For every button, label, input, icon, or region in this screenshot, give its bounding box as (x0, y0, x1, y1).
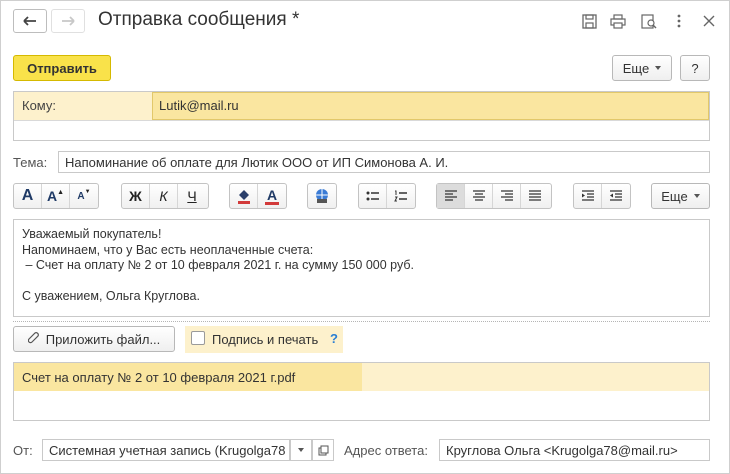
arrow-left-icon (23, 16, 36, 26)
align-justify-button[interactable] (521, 184, 549, 208)
printer-icon[interactable] (609, 12, 627, 30)
align-center-icon (472, 190, 485, 201)
back-button[interactable] (13, 9, 47, 33)
numbered-list-button[interactable] (387, 184, 415, 208)
recipients-box (13, 91, 710, 141)
indent-group (573, 183, 631, 209)
send-message-window: Отправка сообщения * Отправить Еще ? Ком… (0, 0, 730, 474)
numbered-list-icon (394, 190, 407, 202)
sign-stamp-label[interactable]: Подпись и печать (212, 332, 318, 347)
from-open-button[interactable] (312, 439, 334, 461)
vertical-dots-icon[interactable] (670, 12, 688, 30)
font-size-button[interactable]: A (14, 184, 42, 208)
align-center-button[interactable] (465, 184, 493, 208)
bullet-list-button[interactable] (359, 184, 387, 208)
splitter[interactable] (13, 321, 710, 322)
message-line: Напоминаем, что у Вас есть неоплаченные … (22, 242, 314, 257)
italic-button[interactable]: К (150, 184, 178, 208)
fill-color-button[interactable] (230, 184, 258, 208)
send-button[interactable]: Отправить (13, 55, 111, 81)
paint-bucket-icon (237, 190, 250, 204)
align-left-icon (444, 190, 457, 201)
alignment-group (436, 183, 552, 209)
paperclip-icon (27, 332, 39, 344)
to-value[interactable]: Lutik@mail.ru (159, 98, 239, 113)
recipient-divider (14, 120, 709, 121)
attachment-file-name[interactable]: Счет на оплату № 2 от 10 февраля 2021 г.… (22, 370, 295, 385)
more-label: Еще (622, 60, 650, 76)
from-label: От: (13, 443, 33, 458)
globe-picture-icon (316, 189, 328, 203)
insert-group (307, 183, 337, 209)
subject-input[interactable]: Напоминание об оплате для Лютик ООО от И… (58, 151, 710, 173)
close-icon[interactable] (700, 12, 718, 30)
message-line: С уважением, Ольга Круглова. (22, 289, 200, 303)
font-grow-button[interactable]: A ▲ (42, 184, 70, 208)
align-justify-icon (529, 190, 541, 201)
open-window-icon (318, 445, 328, 455)
message-line: Уважаемый покупатель! (22, 227, 162, 241)
indent-icon (581, 190, 594, 201)
font-color-swatch (265, 201, 279, 205)
font-shrink-button[interactable]: A ▼ (70, 184, 98, 208)
chevron-down-icon (693, 194, 700, 198)
attach-file-label: Приложить файл... (45, 331, 161, 347)
indent-button[interactable] (574, 184, 602, 208)
list-group (358, 183, 416, 209)
format-more-label: Еще (661, 188, 688, 204)
font-size-group: A A ▲ A ▼ (13, 183, 99, 209)
preview-search-icon[interactable] (640, 12, 658, 30)
insert-image-button[interactable] (308, 184, 336, 208)
from-input[interactable]: Системная учетная запись (Krugolga78 (42, 439, 290, 461)
underline-button[interactable]: Ч (178, 184, 206, 208)
align-right-icon (500, 190, 513, 201)
floppy-disk-icon[interactable] (580, 12, 598, 30)
arrow-right-icon (62, 16, 75, 26)
chevron-down-icon (298, 448, 304, 452)
format-more-button[interactable]: Еще (651, 183, 710, 209)
outdent-icon (610, 190, 622, 201)
window-title: Отправка сообщения * (98, 9, 300, 30)
align-right-button[interactable] (493, 184, 521, 208)
text-style-group: Ж К Ч (121, 183, 209, 209)
more-button[interactable]: Еще (612, 55, 672, 81)
reply-to-label: Адрес ответа: (344, 443, 428, 458)
chevron-down-icon (655, 66, 662, 70)
from-dropdown-button[interactable] (290, 439, 312, 461)
forward-button[interactable] (51, 9, 85, 33)
color-group: A (229, 183, 287, 209)
message-line: – Счет на оплату № 2 от 10 февраля 2021 … (22, 258, 415, 272)
subject-label: Тема: (13, 155, 48, 170)
bullet-list-icon (366, 191, 379, 201)
sign-stamp-checkbox[interactable] (191, 331, 205, 345)
message-line (22, 274, 414, 290)
help-button[interactable]: ? (680, 55, 710, 81)
font-color-button[interactable]: A (258, 184, 286, 208)
align-left-button[interactable] (437, 184, 465, 208)
outdent-button[interactable] (602, 184, 630, 208)
message-body-text: Уважаемый покупатель! Напоминаем, что у … (22, 227, 414, 305)
to-label: Кому: (22, 98, 56, 113)
sign-stamp-help[interactable]: ? (330, 331, 338, 346)
attach-file-button[interactable]: Приложить файл... (13, 326, 175, 352)
bold-button[interactable]: Ж (122, 184, 150, 208)
reply-to-input[interactable]: Круглова Ольга <Krugolga78@mail.ru> (439, 439, 710, 461)
